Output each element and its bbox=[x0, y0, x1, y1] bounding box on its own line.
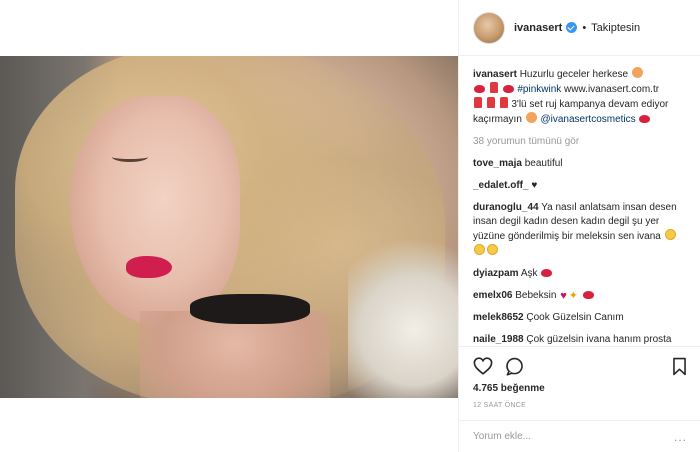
comment-username[interactable]: emelx06 bbox=[473, 290, 512, 301]
comment: melek8652 Çook Güzelsin Canım bbox=[473, 311, 687, 325]
comment-text: ♥ bbox=[531, 180, 538, 191]
photo-eye bbox=[112, 152, 148, 162]
post-side-panel: ivanasert • Takiptesin ivanasert Huzurlu… bbox=[458, 0, 700, 452]
lips-emoji-icon bbox=[639, 115, 651, 123]
header-separator: • bbox=[582, 21, 587, 34]
smile-emoji-icon bbox=[664, 229, 676, 240]
smile-emoji-icon bbox=[487, 244, 498, 255]
lips-emoji-icon bbox=[474, 85, 485, 93]
comment-input[interactable] bbox=[473, 431, 663, 442]
lipstick-emoji-icon bbox=[474, 97, 482, 108]
lips-emoji-icon bbox=[541, 269, 553, 277]
person-emoji-icon bbox=[631, 67, 643, 78]
comment: tove_maja beautiful bbox=[473, 157, 687, 171]
lipstick-emoji-icon bbox=[486, 97, 495, 108]
heart-emoji-icon: ♥ bbox=[560, 290, 567, 302]
comment-username[interactable]: melek8652 bbox=[473, 312, 524, 323]
verified-icon bbox=[566, 22, 578, 33]
smile-emoji-icon bbox=[474, 244, 485, 255]
more-icon[interactable]: ... bbox=[674, 430, 687, 444]
sparkle-emoji-icon: ✦ bbox=[568, 290, 578, 302]
lipstick-emoji-icon bbox=[499, 97, 508, 108]
header-username[interactable]: ivanasert bbox=[514, 22, 562, 34]
comments-list: ivanasert Huzurlu geceler herkese #pinkw… bbox=[459, 56, 700, 346]
caption-mention[interactable]: @ivanasertcosmetics bbox=[540, 114, 635, 125]
comment-text: Bebeksin bbox=[515, 290, 557, 301]
add-comment-bar: ... bbox=[459, 420, 700, 452]
action-icons bbox=[473, 355, 687, 377]
likes-count[interactable]: 4.765 beğenme bbox=[473, 383, 687, 394]
instagram-post-modal: ivanasert • Takiptesin ivanasert Huzurlu… bbox=[0, 0, 700, 452]
caption-url[interactable]: www.ivanasert.com.tr bbox=[564, 84, 659, 95]
comment: dyiazpam Aşk bbox=[473, 267, 687, 281]
comment-text: Çook Güzelsin Canım bbox=[526, 312, 624, 323]
photo-lace bbox=[348, 228, 458, 398]
comment-text: Aşk bbox=[520, 268, 538, 279]
post-photo[interactable] bbox=[0, 56, 458, 398]
photo-lips bbox=[126, 256, 172, 278]
caption-text-1: Huzurlu geceler herkese bbox=[519, 69, 629, 80]
person-emoji-icon bbox=[525, 112, 537, 123]
comment: _edalet.off_ ♥ bbox=[473, 179, 687, 193]
comment: emelx06 Bebeksin ♥ ✦ bbox=[473, 289, 687, 303]
caption-username[interactable]: ivanasert bbox=[473, 69, 517, 80]
comment: duranoglu_44 Ya nasıl anlatsam insan des… bbox=[473, 201, 687, 259]
comment-icon[interactable] bbox=[505, 357, 524, 376]
photo-choker bbox=[190, 294, 310, 324]
follow-button[interactable]: Takiptesin bbox=[591, 22, 640, 34]
lips-emoji-icon bbox=[502, 85, 514, 93]
comment-username[interactable]: _edalet.off_ bbox=[473, 180, 529, 191]
lipstick-emoji-icon bbox=[489, 82, 498, 93]
comment: naile_1988 Çok güzelsin ivana hanım pros… bbox=[473, 333, 687, 346]
comment-username[interactable]: tove_maja bbox=[473, 158, 522, 169]
comment-username[interactable]: dyiazpam bbox=[473, 268, 519, 279]
photo-neck bbox=[140, 311, 330, 398]
caption-hashtag[interactable]: #pinkwink bbox=[517, 84, 561, 95]
comment-text: beautiful bbox=[524, 158, 563, 169]
caption: ivanasert Huzurlu geceler herkese #pinkw… bbox=[473, 67, 687, 127]
bookmark-icon[interactable] bbox=[672, 357, 687, 376]
post-header: ivanasert • Takiptesin bbox=[459, 0, 700, 56]
avatar[interactable] bbox=[473, 11, 505, 44]
view-all-comments-link[interactable]: 38 yorumun tümünü gör bbox=[473, 135, 687, 149]
post-actions: 4.765 beğenme 12 SAAT ÖNCE bbox=[459, 346, 700, 426]
post-timestamp: 12 SAAT ÖNCE bbox=[473, 402, 527, 409]
heart-icon[interactable] bbox=[473, 357, 493, 375]
comment-username[interactable]: naile_1988 bbox=[473, 334, 524, 345]
comment-username[interactable]: duranoglu_44 bbox=[473, 202, 539, 213]
lips-emoji-icon bbox=[582, 291, 594, 299]
